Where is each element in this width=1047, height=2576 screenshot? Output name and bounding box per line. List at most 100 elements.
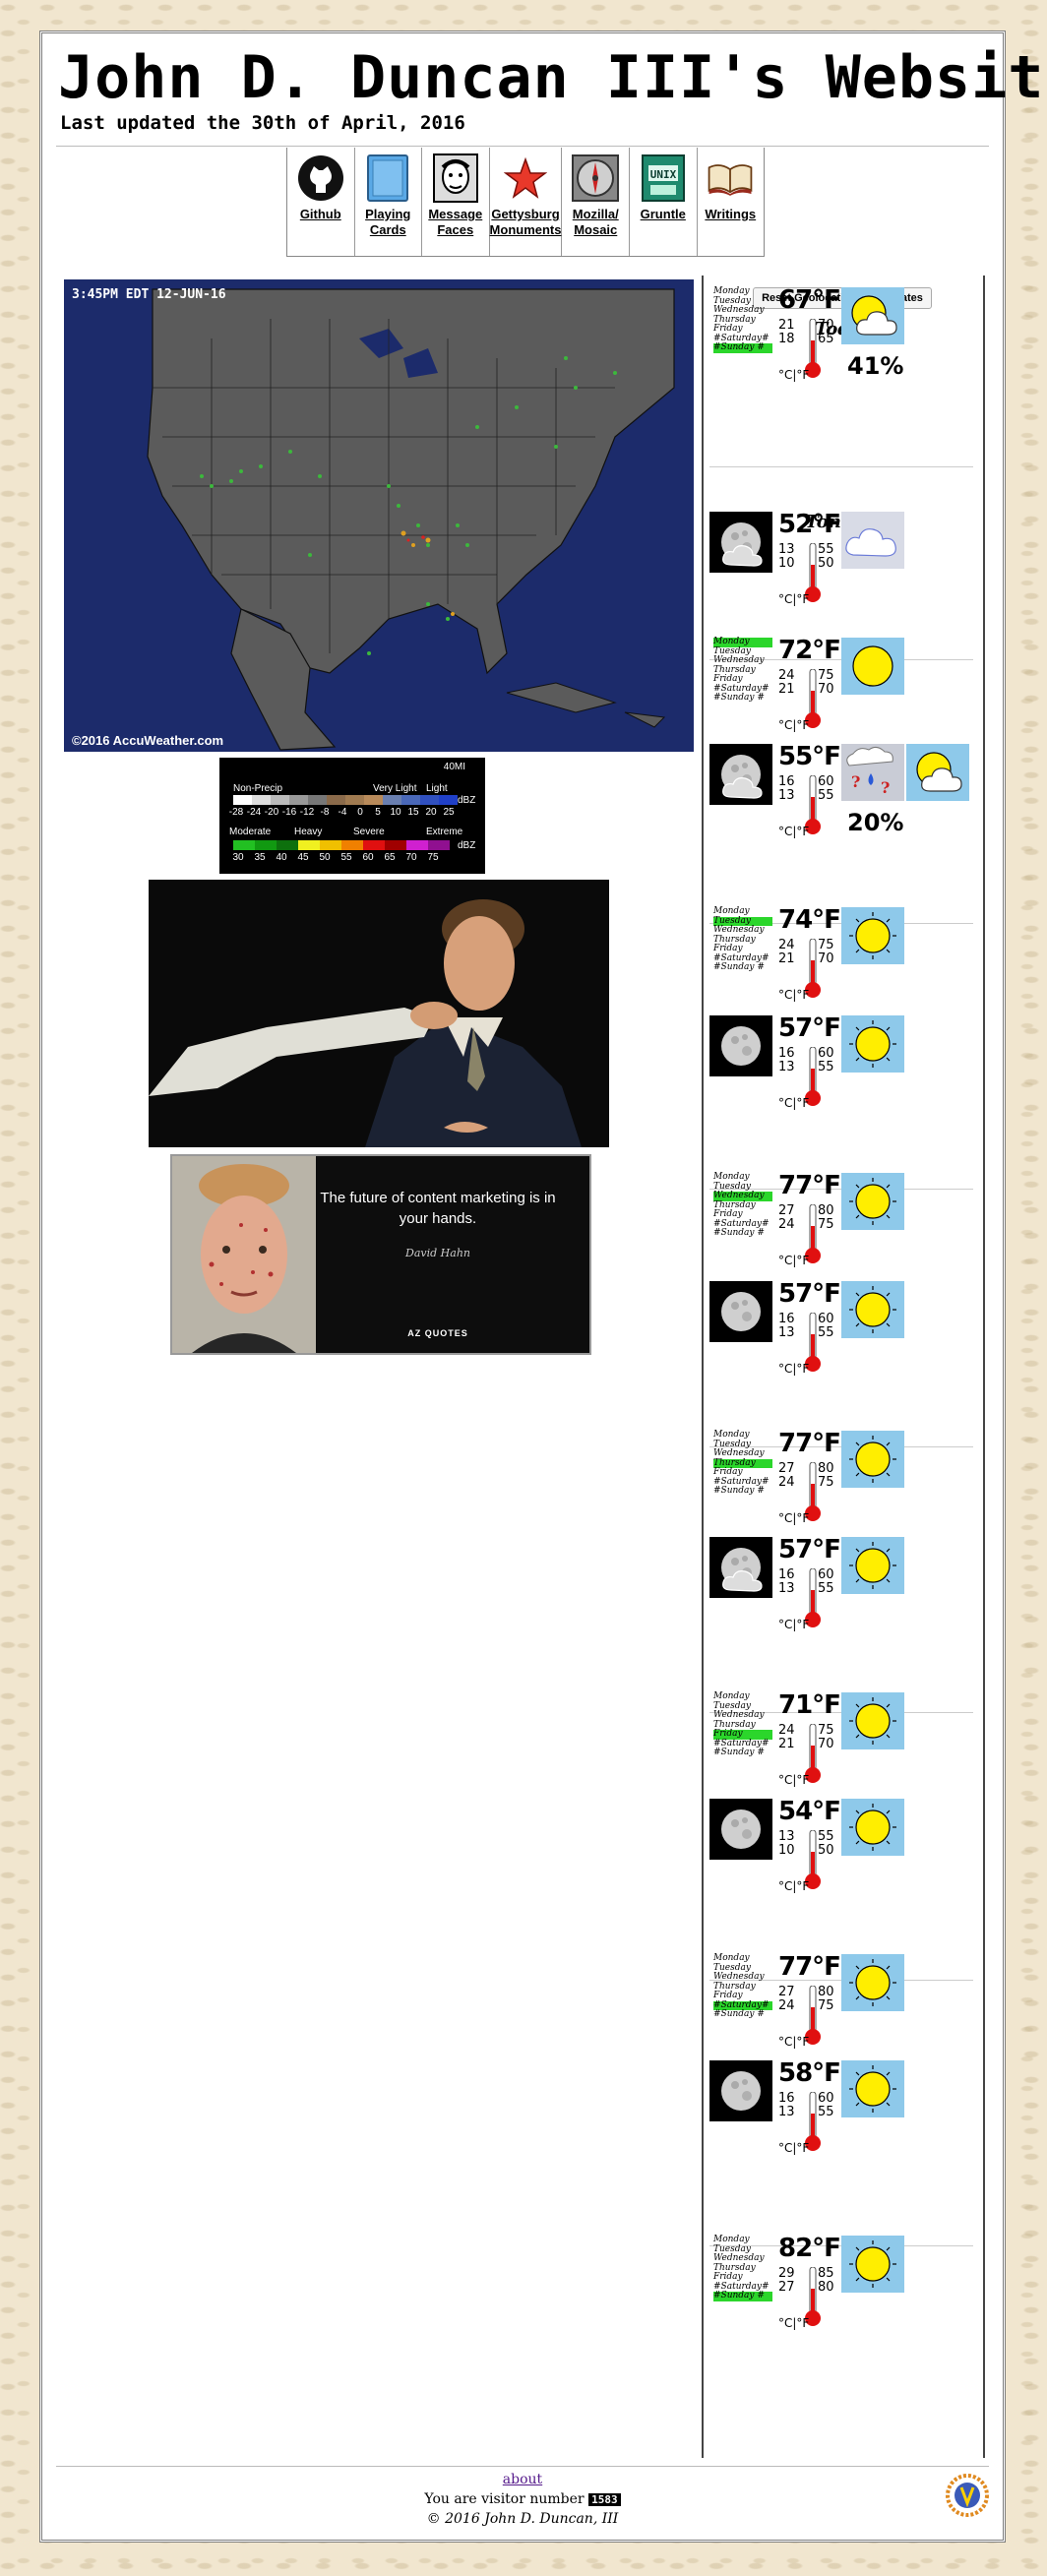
message-faces-icon [431, 153, 480, 203]
partly-sunny-icon [906, 744, 969, 801]
copyright: © 2016 John D. Duncan, III [426, 2511, 619, 2527]
legend-tick: 65 [384, 852, 396, 863]
forecast-period: Monday Tuesday Wednesday Thursday Friday #Sat… [704, 285, 983, 415]
nav-item-mozilla[interactable]: Mozilla/ Mosaic [562, 148, 630, 256]
legend-bar-top [233, 795, 458, 805]
temperature: 77°F [778, 1171, 841, 1200]
legend-ticks-top: -28 -24 -20 -16 -12 -8 -4 0 5 10 15 20 25 [227, 807, 458, 818]
about-link[interactable]: about [42, 2472, 1003, 2487]
visitor-count: 1583 [588, 2493, 621, 2506]
legend-tick: 50 [319, 852, 331, 863]
fahrenheit-low: 75 [818, 1217, 834, 1232]
sunny-icon [841, 2236, 904, 2293]
weekday: #Sunday # [713, 1486, 765, 1496]
nav-item-gruntle[interactable]: UNIX Gruntle [630, 148, 698, 256]
nav-item-message-faces[interactable]: Message Faces [422, 148, 490, 256]
legend-tick: -24 [246, 807, 262, 818]
celsius-low: 13 [778, 1060, 795, 1074]
nav-label-gruntle[interactable]: Gruntle [641, 207, 686, 222]
celsius-high: 16 [778, 1046, 795, 1061]
moon-icon [709, 2060, 772, 2121]
weekday-list: Monday Tuesday Wednesday Thursday Friday #Sat… [713, 1172, 772, 1239]
nav-label-playing-cards[interactable]: Playing Cards [355, 207, 422, 238]
temperature: 54°F [778, 1797, 841, 1826]
weekday-list: Monday Tuesday Wednesday Thursday Friday #Sat… [713, 1953, 772, 2020]
quote-card: The future of content marketing is in yo… [170, 1154, 591, 1355]
nav-label-github[interactable]: Github [300, 207, 341, 222]
celsius-high: 29 [778, 2266, 795, 2281]
legend-swatch-top [271, 795, 289, 805]
forecast-period: 57°F 16 60 13 55 °C|°F [704, 1535, 983, 1665]
playing-cards-icon [363, 153, 412, 203]
nav-item-github[interactable]: Github [287, 148, 355, 256]
nav-label-writings[interactable]: Writings [705, 207, 756, 222]
nav-label-gettysburg[interactable]: Gettysburg Monuments [490, 207, 562, 238]
nav-item-playing-cards[interactable]: Playing Cards [355, 148, 423, 256]
legend-swatch-bottom [255, 840, 277, 850]
forecast-period: 58°F 16 60 13 55 °C|°F [704, 2058, 983, 2188]
site-title: John D. Duncan III's Website [58, 43, 1047, 112]
forecast-period: 57°F 16 60 13 55 °C|°F [704, 1279, 983, 1409]
quote-author: David Hahn [405, 1247, 470, 1259]
partly-cloudy-night-icon [841, 1537, 904, 1594]
nav-label-message-faces[interactable]: Message Faces [422, 207, 489, 238]
weather-panel: Reset Geolocation Coordinates TodayMonda… [702, 276, 985, 2458]
temperature: 82°F [778, 2234, 841, 2263]
temperature: 57°F [778, 1013, 841, 1043]
unit-label: °C|°F [778, 825, 810, 838]
moon-icon [709, 1015, 772, 1076]
temperature: 67°F [778, 285, 841, 315]
fahrenheit-high: 60 [818, 1567, 834, 1582]
precip-chance: 20% [847, 809, 904, 836]
celsius-high: 24 [778, 1723, 795, 1738]
legend-tick: -8 [320, 807, 330, 818]
legend-label-moderate: Moderate [229, 827, 272, 837]
legend-swatch-bottom [385, 840, 406, 850]
legend-tick: 40 [276, 852, 287, 863]
celsius-low: 21 [778, 682, 795, 697]
temperature: 74°F [778, 905, 841, 935]
weekday: #Sunday # [713, 1228, 765, 1238]
legend-swatch-bottom [428, 840, 450, 850]
svg-text:?: ? [881, 778, 890, 797]
legend-swatch-top [383, 795, 401, 805]
weekday-list: Monday Tuesday Wednesday Thursday Friday #Sat… [713, 2235, 772, 2301]
radar-legend: 40MI Non-Precip Very Light Light dBZ -28… [219, 758, 485, 874]
legend-tick: 70 [405, 852, 417, 863]
legend-swatch-top [420, 795, 439, 805]
celsius-low: 13 [778, 1325, 795, 1340]
moon-icon [709, 1799, 772, 1860]
fahrenheit-high: 60 [818, 2091, 834, 2106]
github-icon [296, 153, 345, 203]
unit-label: °C|°F [778, 2316, 810, 2330]
unit-label: °C|°F [778, 1511, 810, 1525]
partly-cloudy-icon [841, 287, 904, 344]
visitor-counter: You are visitor number 1583 [42, 2491, 1003, 2507]
unit-label: °C|°F [778, 368, 810, 382]
nav-item-gettysburg[interactable]: Gettysburg Monuments [490, 148, 563, 256]
nav-label-mozilla[interactable]: Mozilla/ Mosaic [562, 207, 629, 238]
weekday: #Sunday # [713, 693, 765, 703]
clear-night-icon [841, 1281, 904, 1338]
fahrenheit-high: 60 [818, 1046, 834, 1061]
fahrenheit-high: 85 [818, 2266, 834, 2281]
celsius-high: 16 [778, 2091, 795, 2106]
legend-unit-top: dBZ [458, 795, 476, 806]
fahrenheit-low: 70 [818, 1737, 834, 1751]
fahrenheit-low: 75 [818, 1475, 834, 1490]
legend-tick: 20 [425, 807, 437, 818]
legend-swatch-top [252, 795, 271, 805]
forecast-period: Monday Tuesday Wednesday Thursday Friday #Sat… [704, 2234, 983, 2363]
unit-label: °C|°F [778, 2035, 810, 2049]
forecast-period: 54°F 13 55 10 50 °C|°F [704, 1797, 983, 1927]
celsius-high: 13 [778, 542, 795, 557]
weekday: #Sunday # [713, 2291, 772, 2301]
forecast-period: 55°F 16 60 13 55 °C|°F?? 20% [704, 742, 983, 872]
celsius-low: 21 [778, 1737, 795, 1751]
last-updated: Last updated the 30th of April, 2016 [60, 112, 465, 134]
nav-item-writings[interactable]: Writings [698, 148, 765, 256]
legend-tick: 55 [340, 852, 352, 863]
legend-swatch-top [308, 795, 327, 805]
visitor-prefix: You are visitor number [424, 2491, 585, 2507]
seal-icon [946, 2474, 989, 2517]
